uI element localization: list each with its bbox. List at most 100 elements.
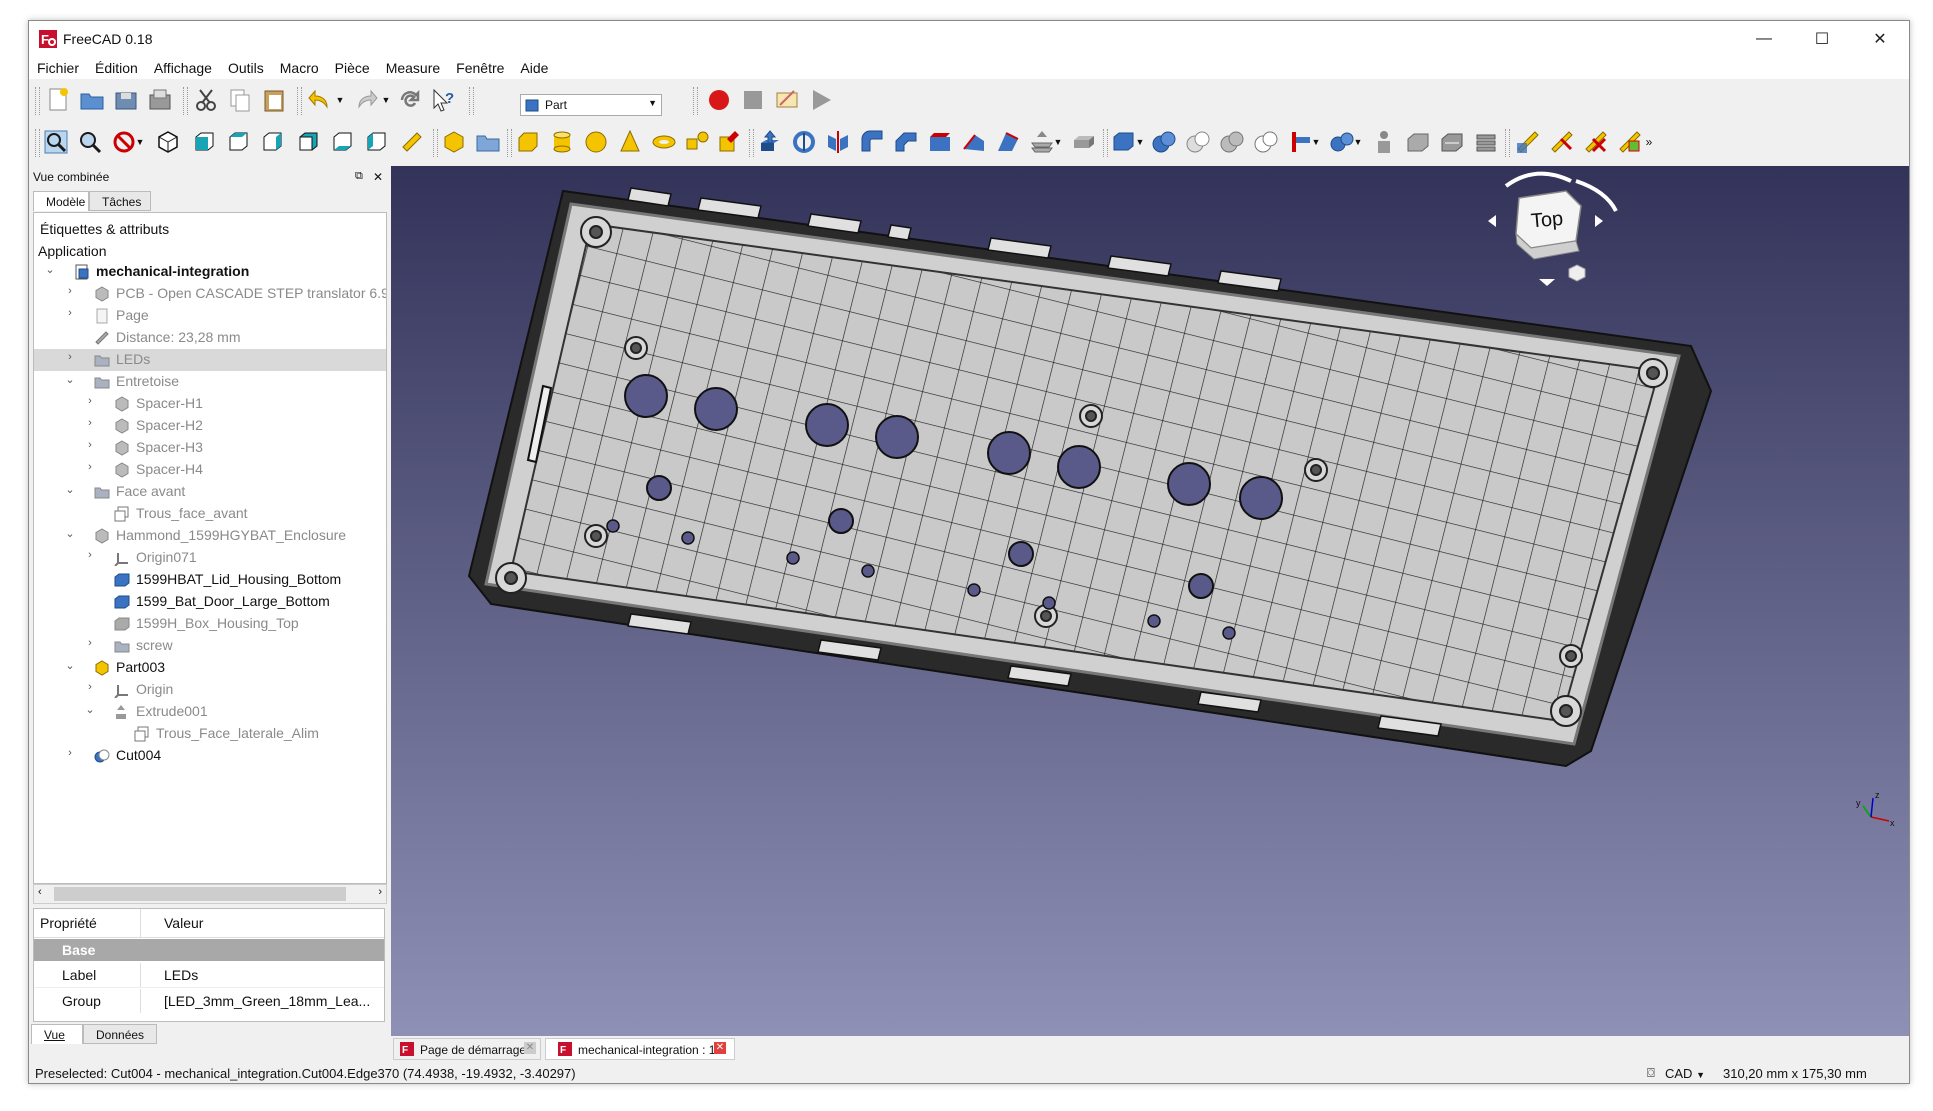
toolbar-grip[interactable]	[507, 129, 512, 157]
scrollbar-thumb[interactable]	[54, 887, 346, 901]
tree-item[interactable]: 1599H_Box_Housing_Top	[34, 613, 386, 635]
property-value[interactable]: LEDs	[164, 967, 198, 983]
property-row[interactable]: Label LEDs	[34, 963, 384, 988]
toolbar-grip[interactable]	[749, 129, 754, 157]
stop-macro-icon[interactable]	[738, 85, 768, 115]
split-dropdown-icon[interactable]: ▼	[1351, 127, 1365, 157]
expand-closed-icon[interactable]: ›	[84, 395, 96, 407]
join-dropdown-icon[interactable]: ▼	[1309, 127, 1323, 157]
expand-closed-icon[interactable]: ›	[84, 439, 96, 451]
expand-closed-icon[interactable]: ›	[84, 637, 96, 649]
toolbar-grip[interactable]	[183, 87, 188, 115]
float-panel-icon[interactable]: ⧉	[355, 170, 363, 183]
expand-closed-icon[interactable]: ›	[64, 285, 76, 297]
value-column-header[interactable]: Valeur	[164, 915, 203, 931]
part-common-icon[interactable]	[1251, 127, 1281, 157]
property-column-header[interactable]: Propriété	[40, 915, 97, 931]
rotate-right-arrow-icon[interactable]	[1575, 179, 1618, 212]
close-tab-icon[interactable]: ✕	[714, 1042, 726, 1054]
create-group-icon[interactable]	[473, 127, 503, 157]
expand-open-icon[interactable]: ⌄	[64, 483, 76, 496]
tree-item[interactable]: › LEDs	[34, 349, 386, 371]
view-front-icon[interactable]	[189, 127, 219, 157]
expand-closed-icon[interactable]: ›	[84, 417, 96, 429]
tree-item[interactable]: › Spacer-H2	[34, 415, 386, 437]
part-cylinder-icon[interactable]	[547, 127, 577, 157]
tree-item[interactable]: › Spacer-H1	[34, 393, 386, 415]
undo-dropdown-icon[interactable]: ▼	[333, 85, 347, 115]
toolbar-grip[interactable]	[433, 129, 438, 157]
compound-dropdown-icon[interactable]: ▼	[1133, 127, 1147, 157]
part-torus-icon[interactable]	[649, 127, 679, 157]
expand-open-icon[interactable]: ⌄	[64, 659, 76, 672]
paste-icon[interactable]	[259, 85, 289, 115]
tab-start-page[interactable]: F Page de démarrage ✕	[393, 1038, 541, 1060]
toolbar-grip[interactable]	[1505, 129, 1510, 157]
measure-linear-icon[interactable]	[1513, 127, 1543, 157]
expand-open-icon[interactable]: ⌄	[64, 373, 76, 386]
toolbar-grip[interactable]	[297, 87, 302, 115]
property-value[interactable]: [LED_3mm_Green_18mm_Lea...	[164, 993, 370, 1009]
record-macro-icon[interactable]	[704, 85, 734, 115]
model-tree[interactable]: Étiquettes & attributs Application ⌄ mecha…	[33, 212, 387, 884]
expand-closed-icon[interactable]: ›	[64, 351, 76, 363]
tab-donnees[interactable]: Données	[83, 1024, 157, 1044]
menu-affichage[interactable]: Affichage	[146, 57, 220, 79]
fit-selection-icon[interactable]	[75, 127, 105, 157]
view-rear-icon[interactable]	[293, 127, 323, 157]
part-box-icon[interactable]	[513, 127, 543, 157]
view-bottom-icon[interactable]	[327, 127, 357, 157]
part-sphere-icon[interactable]	[581, 127, 611, 157]
undo-icon[interactable]	[305, 85, 335, 115]
part-primitives-icon[interactable]	[683, 127, 713, 157]
redo-icon[interactable]	[351, 85, 381, 115]
tree-item[interactable]: ⌄ Extrude001	[34, 701, 386, 723]
tree-item[interactable]: › PCB - Open CASCADE STEP translator 6.9	[34, 283, 386, 305]
part-chamfer-icon[interactable]	[891, 127, 921, 157]
part-cross-sections-icon[interactable]	[1437, 127, 1467, 157]
menu-edition[interactable]: Édition	[87, 57, 146, 79]
expand-open-icon[interactable]: ⌄	[44, 263, 56, 276]
fit-all-icon[interactable]	[41, 127, 71, 157]
part-shape-builder-icon[interactable]	[715, 127, 745, 157]
expand-open-icon[interactable]: ⌄	[84, 703, 96, 716]
draw-style-dropdown-icon[interactable]: ▼	[133, 127, 147, 157]
expand-closed-icon[interactable]: ›	[64, 747, 76, 759]
view-top-icon[interactable]	[223, 127, 253, 157]
enclosure-3d-model[interactable]: Top x y z	[391, 166, 1909, 1036]
property-row[interactable]: Group [LED_3mm_Green_18mm_Lea...	[34, 989, 384, 1013]
new-document-icon[interactable]	[43, 85, 73, 115]
view-left-icon[interactable]	[361, 127, 391, 157]
refresh-icon[interactable]	[395, 85, 425, 115]
nav-left-arrow-icon[interactable]	[1488, 215, 1496, 227]
tree-item[interactable]: ⌄ mechanical-integration	[34, 261, 386, 283]
tree-item[interactable]: › Spacer-H4	[34, 459, 386, 481]
open-folder-icon[interactable]	[77, 85, 107, 115]
part-fillet-icon[interactable]	[857, 127, 887, 157]
expand-open-icon[interactable]: ⌄	[64, 527, 76, 540]
tab-vue[interactable]: Vue	[31, 1024, 83, 1044]
expand-closed-icon[interactable]: ›	[84, 681, 96, 693]
3d-viewport[interactable]: Top x y z	[391, 166, 1909, 1036]
navcube-mini-cube-icon[interactable]	[1568, 264, 1586, 282]
tab-taches[interactable]: Tâches	[89, 191, 151, 211]
navigation-style-selector[interactable]: CAD ▼	[1665, 1066, 1705, 1081]
property-group-base[interactable]: Base	[34, 939, 384, 961]
part-thickness-icon[interactable]	[1069, 127, 1099, 157]
tree-item[interactable]: ⌄ Hammond_1599HGYBAT_Enclosure	[34, 525, 386, 547]
tree-item[interactable]: ⌄ Face avant	[34, 481, 386, 503]
tree-item[interactable]: › Origin071	[34, 547, 386, 569]
part-fuse-icon[interactable]	[1217, 127, 1247, 157]
part-cone-icon[interactable]	[615, 127, 645, 157]
tree-item[interactable]: ⌄ Entretoise	[34, 371, 386, 393]
workbench-selector[interactable]: Part ▼	[520, 94, 662, 116]
save-as-icon[interactable]	[145, 85, 175, 115]
close-tab-icon[interactable]: ✕	[524, 1042, 536, 1054]
measure-angular-icon[interactable]	[1547, 127, 1577, 157]
navigation-cube[interactable]: Top	[1488, 171, 1618, 286]
nav-down-arrow-icon[interactable]	[1539, 279, 1555, 286]
edit-macro-icon[interactable]	[772, 85, 802, 115]
part-extrude-icon[interactable]	[755, 127, 785, 157]
view-right-icon[interactable]	[257, 127, 287, 157]
menu-macro[interactable]: Macro	[272, 57, 327, 79]
